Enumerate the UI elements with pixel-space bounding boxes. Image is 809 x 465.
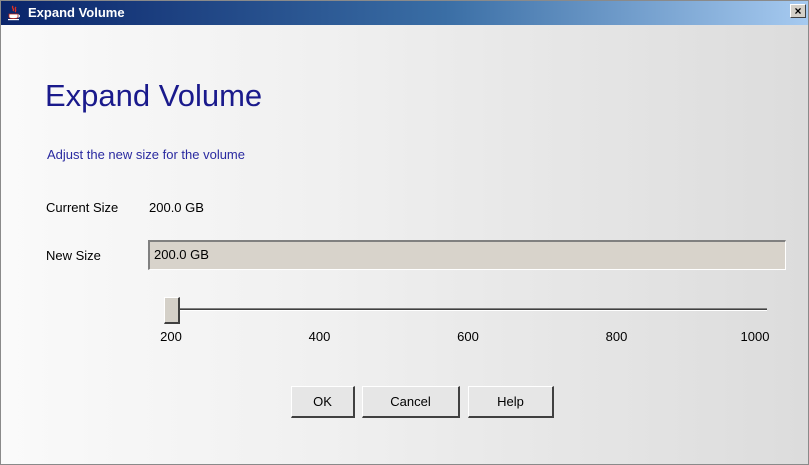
current-size-value: 200.0 GB [149,200,204,215]
dialog-subtitle: Adjust the new size for the volume [47,147,245,162]
close-icon: × [794,4,802,18]
new-size-label: New Size [46,248,101,263]
slider-tick-label: 600 [457,329,479,344]
dialog-heading: Expand Volume [45,78,263,113]
help-button[interactable]: Help [468,386,554,418]
current-size-label: Current Size [46,200,119,215]
slider-tick-label: 400 [308,329,331,344]
ok-button[interactable]: OK [291,386,355,418]
slider-tick-label: 1000 [740,329,770,344]
slider-tick-label: 200 [160,329,182,344]
close-button[interactable]: × [790,4,806,18]
title-bar[interactable]: Expand Volume × [1,1,808,25]
new-size-field: 200.0 GB [148,240,786,270]
java-cup-icon [8,5,20,21]
expand-volume-dialog: Expand Volume × Expand Volume Adjust the… [0,0,809,465]
size-slider-thumb[interactable] [164,297,180,324]
cancel-button[interactable]: Cancel [362,386,460,418]
slider-tick-label: 800 [605,329,628,344]
window-title: Expand Volume [28,5,125,20]
size-slider-track[interactable] [171,308,767,311]
